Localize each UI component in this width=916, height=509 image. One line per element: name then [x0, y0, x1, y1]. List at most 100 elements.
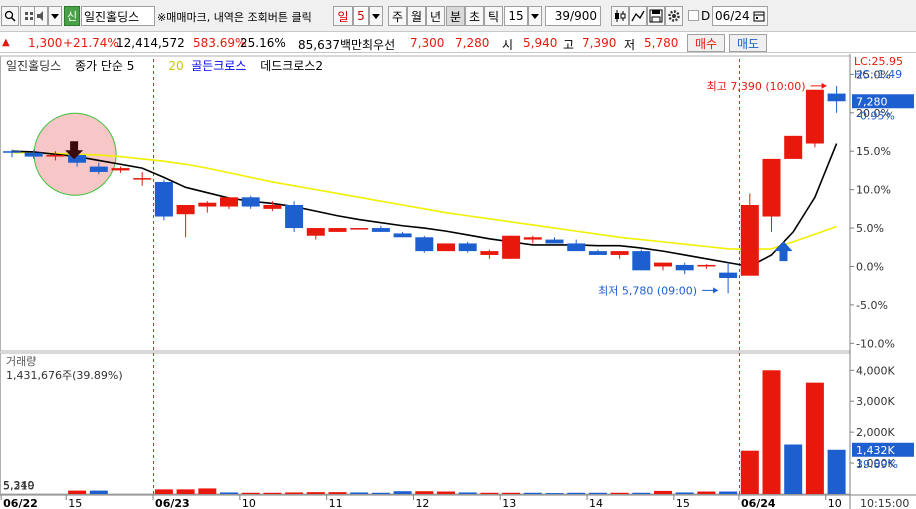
symbol-input[interactable]: 일진홀딩스	[81, 6, 155, 26]
price-tick-label: -5.0%	[856, 299, 888, 312]
interval-dropdown[interactable]	[528, 6, 542, 26]
history-button[interactable]	[48, 6, 62, 26]
volume-bar	[154, 489, 173, 494]
grid-menu-icon	[25, 12, 33, 20]
candle-icon	[615, 10, 626, 22]
candle-body	[285, 205, 304, 229]
volume-bar	[458, 492, 477, 494]
time-tick-label: 15	[68, 497, 82, 509]
high-label: 고	[563, 38, 575, 52]
current-price-label: 7,280	[856, 95, 888, 108]
calendar-button[interactable]	[750, 6, 768, 26]
volume-bar	[784, 444, 803, 494]
volume-bar	[523, 492, 542, 494]
period-week-button[interactable]: 주	[388, 6, 407, 26]
price-tick-label: 5.0%	[856, 222, 884, 235]
chevron-down-icon	[531, 14, 539, 19]
price-tick-label: 15.0%	[856, 145, 891, 158]
period-num-field[interactable]: 5	[353, 6, 369, 26]
quote-bar: ▲ 1,300 +21.74% 12,414,572 583.69% 25.16…	[0, 33, 916, 53]
candle-body	[133, 178, 152, 180]
legend-ma5: 종가 단순 5	[75, 59, 134, 73]
current-volume-label: 1,432K	[856, 444, 895, 457]
sound-button[interactable]	[34, 6, 48, 26]
volume-title: 거래량	[6, 355, 36, 368]
candle-body	[805, 89, 824, 144]
trade-volume: 12,414,572	[116, 36, 185, 50]
time-tick-label: 06/23	[155, 497, 190, 509]
chevron-down-icon	[51, 14, 59, 19]
period-second-button[interactable]: 초	[465, 6, 484, 26]
legend-golden-cross: 골든크로스	[191, 59, 246, 73]
volume-bar	[350, 492, 369, 494]
volume-ratio: 583.69%	[193, 36, 247, 50]
count-field[interactable]: 39/900	[545, 6, 601, 26]
credit-badge: 신	[64, 6, 80, 26]
search-button[interactable]	[1, 6, 19, 26]
save-button[interactable]	[647, 6, 665, 26]
volume-bar	[89, 490, 108, 494]
candle-body	[610, 251, 629, 255]
candle-body	[3, 151, 21, 153]
candle-body	[480, 251, 499, 255]
legend-dead-cross: 데드크로스2	[260, 59, 323, 73]
volume-bar	[675, 492, 694, 494]
time-tick-label: 10	[828, 497, 842, 509]
time-tick-label: 11	[329, 497, 343, 509]
volume-bar	[285, 492, 304, 494]
interval-field[interactable]: 15	[504, 6, 528, 26]
ask-price: 7,300	[410, 36, 445, 50]
candle-body	[328, 228, 347, 232]
volume-bar	[198, 488, 217, 494]
candle-body	[415, 237, 434, 252]
candle-body	[740, 205, 759, 276]
low-label: 저	[624, 38, 636, 52]
settings-button[interactable]	[665, 6, 683, 26]
period-minute-button[interactable]: 분	[446, 6, 465, 26]
volume-bar	[393, 491, 412, 494]
sell-button[interactable]: 매도	[729, 34, 767, 52]
candle-body	[762, 158, 781, 217]
volume-bar	[610, 492, 629, 494]
low-annotation: 최저 5,780 (09:00)	[598, 284, 697, 297]
turnover-rate: 25.16%	[240, 36, 286, 50]
volume-bar	[263, 492, 282, 494]
period-day-button[interactable]: 일	[333, 6, 353, 26]
period-month-button[interactable]: 월	[407, 6, 426, 26]
candle-body	[198, 202, 217, 207]
chart-toolbar: 신 일진홀딩스 ※매매마크, 내역은 조회버튼 클릭 일 5 주 월 년 분 초…	[0, 0, 916, 32]
legend-symbol: 일진홀딩스	[6, 59, 61, 73]
volume-bar	[415, 491, 434, 494]
candle-body	[393, 233, 412, 238]
time-tick-label: 06/24	[741, 497, 776, 509]
period-dropdown[interactable]	[369, 6, 383, 26]
candle-body	[371, 228, 390, 232]
candle-body	[89, 166, 108, 172]
volume-bar	[740, 450, 759, 494]
volume-bar	[502, 492, 521, 494]
candle-body	[719, 272, 738, 278]
open-price: 5,940	[523, 36, 558, 50]
price-volume-chart[interactable]: 25.0%20.0%15.0%10.0%5.0%0.0%-5.0%-10.0%L…	[0, 54, 916, 509]
high-annotation: 최고 7,390 (10:00)	[707, 80, 806, 93]
volume-bar	[654, 490, 672, 494]
date-checkbox[interactable]	[688, 10, 699, 21]
line-style-button[interactable]	[629, 6, 647, 26]
up-triangle-icon: ▲	[2, 37, 10, 48]
volume-bar	[805, 382, 824, 494]
chevron-down-icon	[372, 14, 380, 19]
candle-style-button[interactable]	[611, 6, 629, 26]
price-change: 1,300	[28, 36, 63, 50]
volume-bar	[567, 492, 586, 494]
buy-button[interactable]: 매수	[687, 34, 725, 52]
period-tick-button[interactable]: 틱	[484, 6, 503, 26]
candle-body	[675, 264, 694, 271]
time-tick-label: 12	[415, 497, 429, 509]
candle-body	[632, 251, 651, 271]
time-tick-label: 10	[242, 497, 256, 509]
volume-bar	[176, 489, 195, 494]
save-icon	[649, 9, 663, 23]
candle-body	[502, 235, 521, 259]
volume-tick-label: 4,000K	[856, 364, 895, 377]
period-year-button[interactable]: 년	[426, 6, 445, 26]
